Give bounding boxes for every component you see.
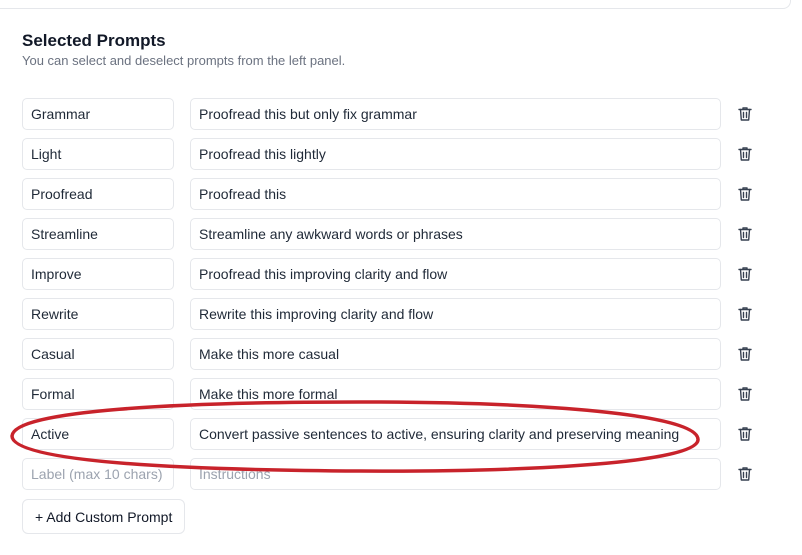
prompt-label-input[interactable]: [22, 218, 174, 250]
delete-prompt-button[interactable]: [736, 265, 754, 283]
trash-icon: [736, 185, 754, 203]
delete-prompt-button[interactable]: [736, 465, 754, 483]
trash-icon: [736, 345, 754, 363]
trash-icon: [736, 465, 754, 483]
trash-icon: [736, 105, 754, 123]
delete-prompt-button[interactable]: [736, 145, 754, 163]
prompt-instruction-input[interactable]: [190, 418, 721, 450]
delete-prompt-button[interactable]: [736, 225, 754, 243]
prompt-instruction-input[interactable]: [190, 338, 721, 370]
panel-divider: [0, 0, 791, 9]
delete-prompt-button[interactable]: [736, 345, 754, 363]
delete-prompt-button[interactable]: [736, 305, 754, 323]
new-prompt-label-input[interactable]: [22, 458, 174, 490]
delete-prompt-button[interactable]: [736, 105, 754, 123]
prompt-instruction-input[interactable]: [190, 178, 721, 210]
prompt-instruction-input[interactable]: [190, 378, 721, 410]
add-custom-prompt-button[interactable]: + Add Custom Prompt: [22, 499, 186, 534]
panel-header: Selected Prompts You can select and dese…: [22, 31, 345, 69]
trash-icon: [736, 385, 754, 403]
prompt-instruction-input[interactable]: [190, 298, 721, 330]
prompt-label-input[interactable]: [22, 258, 174, 290]
trash-icon: [736, 425, 754, 443]
new-prompt-instruction-input[interactable]: [190, 458, 721, 490]
page-title: Selected Prompts: [22, 31, 166, 50]
prompt-label-input[interactable]: [22, 178, 174, 210]
delete-prompt-button[interactable]: [736, 185, 754, 203]
selected-prompts-panel: Selected Prompts You can select and dese…: [0, 0, 802, 555]
trash-icon: [736, 225, 754, 243]
prompt-instruction-input[interactable]: [190, 258, 721, 290]
prompt-label-input[interactable]: [22, 418, 174, 450]
prompt-label-input[interactable]: [22, 298, 174, 330]
prompt-label-input[interactable]: [22, 138, 174, 170]
prompt-instruction-input[interactable]: [190, 218, 721, 250]
delete-prompt-button[interactable]: [736, 385, 754, 403]
prompt-label-input[interactable]: [22, 378, 174, 410]
prompt-label-input[interactable]: [22, 338, 174, 370]
delete-prompt-button[interactable]: [736, 425, 754, 443]
prompt-label-input[interactable]: [22, 98, 174, 130]
trash-icon: [736, 265, 754, 283]
prompt-instruction-input[interactable]: [190, 98, 721, 130]
prompt-instruction-input[interactable]: [190, 138, 721, 170]
page-subtitle: You can select and deselect prompts from…: [22, 53, 346, 68]
trash-icon: [736, 305, 754, 323]
trash-icon: [736, 145, 754, 163]
